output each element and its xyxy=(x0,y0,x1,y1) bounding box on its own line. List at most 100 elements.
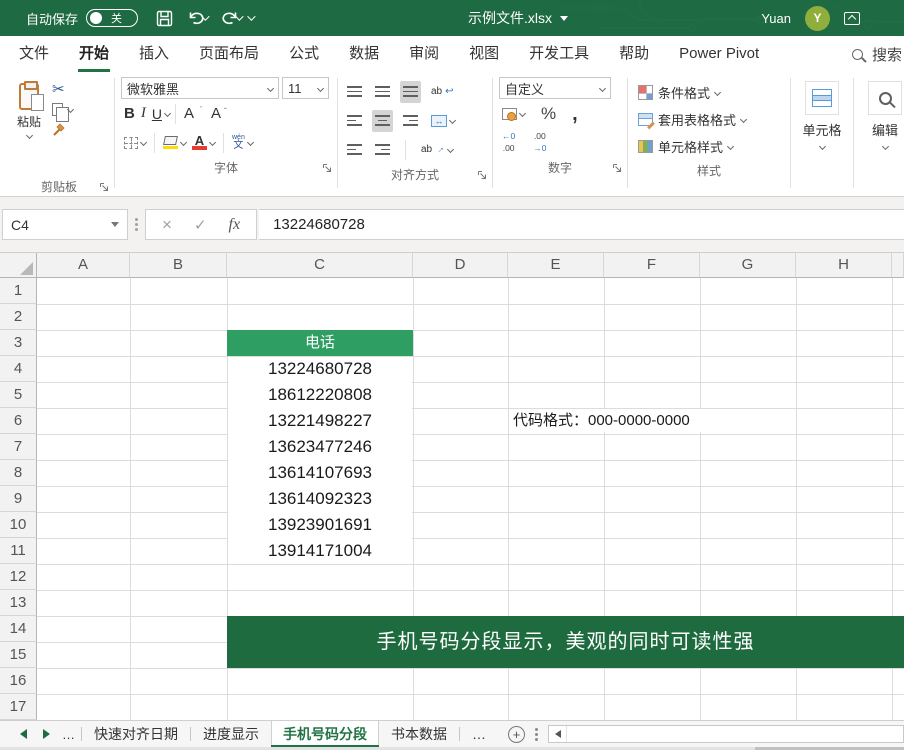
column-header-partial[interactable] xyxy=(892,253,904,278)
conditional-formatting-button[interactable]: 条件格式 xyxy=(634,79,786,106)
underline-dropdown-icon[interactable] xyxy=(164,110,171,117)
borders-dropdown-icon[interactable] xyxy=(140,139,147,146)
align-center-button[interactable] xyxy=(372,110,393,132)
row-header-15[interactable]: 15 xyxy=(0,642,37,668)
ribbon-tab-插入[interactable]: 插入 xyxy=(124,36,184,72)
increase-font-size-button[interactable]: A＾ xyxy=(181,103,208,125)
italic-button[interactable]: I xyxy=(138,103,149,125)
row-header-9[interactable]: 9 xyxy=(0,486,37,512)
row-header-3[interactable]: 3 xyxy=(0,330,37,356)
avatar[interactable]: Y xyxy=(805,6,830,31)
autosave-control[interactable]: 自动保存 关 xyxy=(26,9,138,28)
row-header-12[interactable]: 12 xyxy=(0,564,37,590)
align-right-button[interactable] xyxy=(400,110,421,132)
align-bottom-button[interactable] xyxy=(400,81,421,103)
format-painter-icon[interactable] xyxy=(52,122,67,136)
row-header-11[interactable]: 11 xyxy=(0,538,37,564)
bold-button[interactable]: B xyxy=(121,103,138,125)
cell-C7[interactable]: 13623477246 xyxy=(227,434,413,460)
ribbon-tab-审阅[interactable]: 审阅 xyxy=(394,36,454,72)
cell-styles-button[interactable]: 单元格样式 xyxy=(634,133,786,160)
orientation-button[interactable]: ab→ xyxy=(418,139,456,161)
align-middle-button[interactable] xyxy=(372,81,393,103)
search-control[interactable]: 搜索 xyxy=(852,44,904,65)
banner-cell[interactable]: 手机号码分段显示，美观的同时可读性强 xyxy=(227,616,904,668)
row-header-10[interactable]: 10 xyxy=(0,512,37,538)
row-header-8[interactable]: 8 xyxy=(0,460,37,486)
formula-input[interactable]: 13224680728 xyxy=(259,209,904,240)
merge-dropdown-icon[interactable] xyxy=(449,117,456,124)
paste-button[interactable]: 粘贴 xyxy=(6,75,52,176)
editing-group-button[interactable]: 编辑 xyxy=(856,75,904,196)
copy-button[interactable] xyxy=(52,103,73,116)
sheet-overflow-indicator[interactable]: … xyxy=(62,721,81,747)
sheet-tab-进度显示[interactable]: 进度显示 xyxy=(191,721,271,747)
cut-icon[interactable]: ✂ xyxy=(52,83,73,97)
sheet-tab-快速对齐日期[interactable]: 快速对齐日期 xyxy=(82,721,190,747)
fill-color-button[interactable] xyxy=(160,132,189,154)
row-header-5[interactable]: 5 xyxy=(0,382,37,408)
alignment-dialog-launcher-icon[interactable] xyxy=(477,170,487,180)
save-icon[interactable] xyxy=(156,10,173,27)
name-box[interactable]: C4 xyxy=(2,209,128,240)
previous-sheet-icon[interactable] xyxy=(20,729,27,739)
cell-E6-note[interactable]: 代码格式：000-0000-0000 xyxy=(513,408,690,434)
increase-decimal-button[interactable]: ←0.00 xyxy=(499,132,518,154)
row-header-16[interactable]: 16 xyxy=(0,668,37,694)
column-header-F[interactable]: F xyxy=(604,253,700,278)
cell-C4[interactable]: 13224680728 xyxy=(227,356,413,382)
column-header-B[interactable]: B xyxy=(130,253,227,278)
column-header-A[interactable]: A xyxy=(37,253,130,278)
font-color-button[interactable]: A xyxy=(189,132,218,154)
align-left-button[interactable] xyxy=(344,110,365,132)
font-size-select[interactable]: 11 xyxy=(282,77,329,99)
accounting-dropdown-icon[interactable] xyxy=(519,110,526,117)
column-header-G[interactable]: G xyxy=(700,253,796,278)
ribbon-tab-开始[interactable]: 开始 xyxy=(64,36,124,72)
sheet-tab-手机号码分段[interactable]: 手机号码分段 xyxy=(271,721,379,747)
cancel-icon[interactable]: × xyxy=(162,215,172,235)
row-header-4[interactable]: 4 xyxy=(0,356,37,382)
number-format-select[interactable]: 自定义 xyxy=(499,77,611,99)
ribbon-tab-Power Pivot[interactable]: Power Pivot xyxy=(664,36,774,72)
number-dialog-launcher-icon[interactable] xyxy=(612,163,622,173)
underline-button[interactable]: U xyxy=(149,103,165,125)
ribbon-tab-文件[interactable]: 文件 xyxy=(4,36,64,72)
autosave-toggle[interactable]: 关 xyxy=(86,9,138,27)
next-sheet-icon[interactable] xyxy=(43,729,50,739)
cells-dropdown-icon[interactable] xyxy=(818,143,825,150)
cell-C5[interactable]: 18612220808 xyxy=(227,382,413,408)
comma-style-button[interactable]: , xyxy=(569,103,581,125)
insert-function-icon[interactable]: fx xyxy=(229,216,241,234)
ribbon-tab-页面布局[interactable]: 页面布局 xyxy=(184,36,274,72)
ribbon-display-options-icon[interactable] xyxy=(844,12,860,25)
increase-indent-button[interactable] xyxy=(372,139,393,161)
orientation-dropdown-icon[interactable] xyxy=(447,146,454,153)
row-header-13[interactable]: 13 xyxy=(0,590,37,616)
sheet-tab-书本数据[interactable]: 书本数据 xyxy=(379,721,459,747)
row-header-14[interactable]: 14 xyxy=(0,616,37,642)
column-header-E[interactable]: E xyxy=(508,253,604,278)
format-as-table-button[interactable]: 套用表格格式 xyxy=(634,106,786,133)
ribbon-tab-公式[interactable]: 公式 xyxy=(274,36,334,72)
font-color-dropdown-icon[interactable] xyxy=(209,139,216,146)
row-header-17[interactable]: 17 xyxy=(0,694,37,720)
decrease-font-size-button[interactable]: Aˇ xyxy=(208,103,230,125)
title-dropdown-icon[interactable] xyxy=(560,16,568,21)
document-title[interactable]: 示例文件.xlsx xyxy=(468,0,568,36)
font-dialog-launcher-icon[interactable] xyxy=(322,163,332,173)
select-all-corner[interactable] xyxy=(0,253,37,278)
cell-C10[interactable]: 13923901691 xyxy=(227,512,413,538)
ribbon-tab-数据[interactable]: 数据 xyxy=(334,36,394,72)
wrap-text-button[interactable]: ab↩ xyxy=(428,81,457,103)
tab-scrollbar-grip[interactable] xyxy=(535,728,538,741)
cell-C11[interactable]: 13914171004 xyxy=(227,538,413,564)
borders-button[interactable] xyxy=(121,132,149,154)
add-sheet-button[interactable]: + xyxy=(508,726,525,743)
ribbon-tab-视图[interactable]: 视图 xyxy=(454,36,514,72)
cell-C6[interactable]: 13221498227 xyxy=(227,408,413,434)
row-header-2[interactable]: 2 xyxy=(0,304,37,330)
cell-area[interactable]: 电话13224680728186122208081322149822713623… xyxy=(37,278,904,720)
horizontal-scrollbar[interactable] xyxy=(548,725,904,743)
clipboard-dialog-launcher-icon[interactable] xyxy=(99,182,109,192)
